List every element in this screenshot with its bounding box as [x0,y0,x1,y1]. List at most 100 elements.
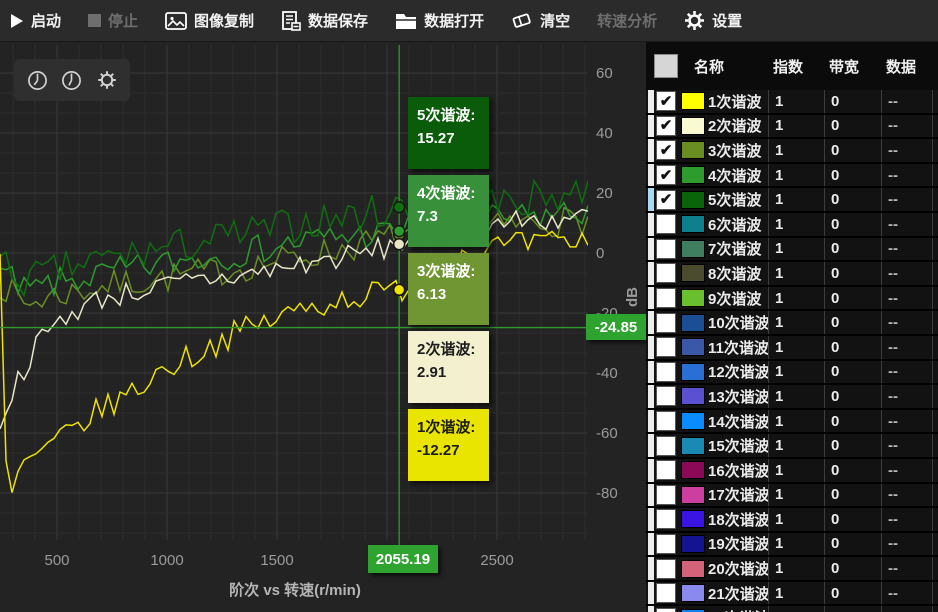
table-row[interactable]: ✔ 2次谐波 1 0 -- [646,115,938,140]
y-axis-title: dB [624,287,641,307]
row-scroll-strip[interactable] [648,287,654,310]
table-row[interactable]: 17次谐波 1 0 -- [646,484,938,509]
row-scroll-strip[interactable] [648,90,654,113]
row-scroll-strip[interactable] [648,213,654,236]
row-scroll-strip[interactable] [648,139,654,162]
row-checkbox[interactable] [656,239,676,259]
table-row[interactable]: 20次谐波 1 0 -- [646,557,938,582]
header-data: 数据 [881,56,933,77]
table-row[interactable]: ✔ 3次谐波 1 0 -- [646,139,938,164]
row-checkbox[interactable] [656,337,676,357]
row-data: -- [881,557,933,580]
toolbar-settings-button[interactable]: 设置 [684,10,742,31]
row-name: 4次谐波 [706,165,768,186]
harmonic-cursor-tool-button[interactable] [59,67,85,93]
toolbar-start-label: 启动 [31,10,61,31]
row-scroll-strip[interactable] [648,361,654,384]
order-vs-speed-chart[interactable]: 6040200-20-40-60-80500100015002500dB阶次 v… [0,42,646,612]
play-icon [10,13,24,29]
row-index: 1 [768,459,824,482]
row-scroll-strip[interactable] [648,508,654,531]
row-scroll-strip[interactable] [648,188,654,211]
row-scroll-strip[interactable] [648,434,654,457]
row-checkbox[interactable] [656,436,676,456]
row-checkbox[interactable] [656,214,676,234]
row-scroll-strip[interactable] [648,385,654,408]
row-checkbox[interactable] [656,386,676,406]
row-checkbox[interactable]: ✔ [656,190,676,210]
row-checkbox[interactable] [656,362,676,382]
row-scroll-strip[interactable] [648,484,654,507]
table-row[interactable]: ✔ 5次谐波 1 0 -- [646,188,938,213]
table-row[interactable]: 21次谐波 1 0 -- [646,582,938,607]
row-bandwidth: 0 [824,410,881,433]
row-name: 17次谐波 [706,484,768,505]
row-checkbox[interactable]: ✔ [656,140,676,160]
row-scroll-strip[interactable] [648,459,654,482]
row-checkbox[interactable] [656,608,676,612]
row-scroll-strip[interactable] [648,311,654,334]
toolbar-speed-analysis-button[interactable]: 转速分析 [597,10,657,31]
table-row[interactable]: 16次谐波 1 0 -- [646,459,938,484]
row-checkbox[interactable] [656,263,676,283]
chart-settings-button[interactable] [94,67,120,93]
row-name: 11次谐波 [706,337,768,358]
header-bandwidth: 带宽 [824,56,881,77]
row-name: 19次谐波 [706,533,768,554]
row-scroll-strip[interactable] [648,336,654,359]
series-5次谐波 [0,181,588,296]
table-row[interactable]: 19次谐波 1 0 -- [646,533,938,558]
toolbar-image-copy-button[interactable]: 图像复制 [165,10,254,31]
row-checkbox[interactable] [656,509,676,529]
table-row[interactable]: 13次谐波 1 0 -- [646,385,938,410]
table-row[interactable]: 22次谐波 1 0 -- [646,606,938,612]
toolbar-clear-button[interactable]: 清空 [511,10,570,31]
row-scroll-strip[interactable] [648,606,654,612]
table-row[interactable]: 6次谐波 1 0 -- [646,213,938,238]
row-scroll-strip[interactable] [648,533,654,556]
row-scroll-strip[interactable] [648,557,654,580]
cursor-tool-button[interactable] [24,67,50,93]
table-row[interactable]: ✔ 1次谐波 1 0 -- [646,90,938,115]
row-scroll-strip[interactable] [648,582,654,605]
row-checkbox[interactable] [656,288,676,308]
y-tick-label: -80 [596,485,618,502]
table-row[interactable]: 10次谐波 1 0 -- [646,311,938,336]
select-all-checkbox[interactable] [654,54,678,78]
chart-panel[interactable]: 6040200-20-40-60-80500100015002500dB阶次 v… [0,42,646,612]
table-row[interactable]: 9次谐波 1 0 -- [646,287,938,312]
toolbar-settings-label: 设置 [712,10,742,31]
table-row[interactable]: 12次谐波 1 0 -- [646,361,938,386]
row-name: 12次谐波 [706,361,768,382]
table-row[interactable]: 7次谐波 1 0 -- [646,238,938,263]
row-checkbox[interactable] [656,460,676,480]
row-checkbox[interactable] [656,485,676,505]
table-row[interactable]: 18次谐波 1 0 -- [646,508,938,533]
row-checkbox[interactable]: ✔ [656,165,676,185]
row-scroll-strip[interactable] [648,410,654,433]
row-scroll-strip[interactable] [648,262,654,285]
row-scroll-strip[interactable] [648,115,654,138]
toolbar-stop-button[interactable]: 停止 [88,10,138,31]
row-checkbox[interactable] [656,313,676,333]
row-name: 13次谐波 [706,386,768,407]
toolbar-data-save-button[interactable]: 数据保存 [281,10,368,31]
table-row[interactable]: ✔ 4次谐波 1 0 -- [646,164,938,189]
row-checkbox[interactable] [656,559,676,579]
table-row[interactable]: 14次谐波 1 0 -- [646,410,938,435]
table-row[interactable]: 8次谐波 1 0 -- [646,262,938,287]
row-checkbox[interactable] [656,583,676,603]
row-scroll-strip[interactable] [648,238,654,261]
series-color-swatch [681,240,705,258]
table-row[interactable]: 15次谐波 1 0 -- [646,434,938,459]
row-checkbox[interactable]: ✔ [656,91,676,111]
row-scroll-strip[interactable] [648,164,654,187]
toolbar-speed-analysis-label: 转速分析 [597,10,657,31]
toolbar-start-button[interactable]: 启动 [10,10,61,31]
row-checkbox[interactable] [656,534,676,554]
toolbar-data-open-button[interactable]: 数据打开 [395,10,484,31]
x-tick-label: 2500 [480,552,513,569]
table-row[interactable]: 11次谐波 1 0 -- [646,336,938,361]
row-checkbox[interactable] [656,411,676,431]
row-checkbox[interactable]: ✔ [656,116,676,136]
